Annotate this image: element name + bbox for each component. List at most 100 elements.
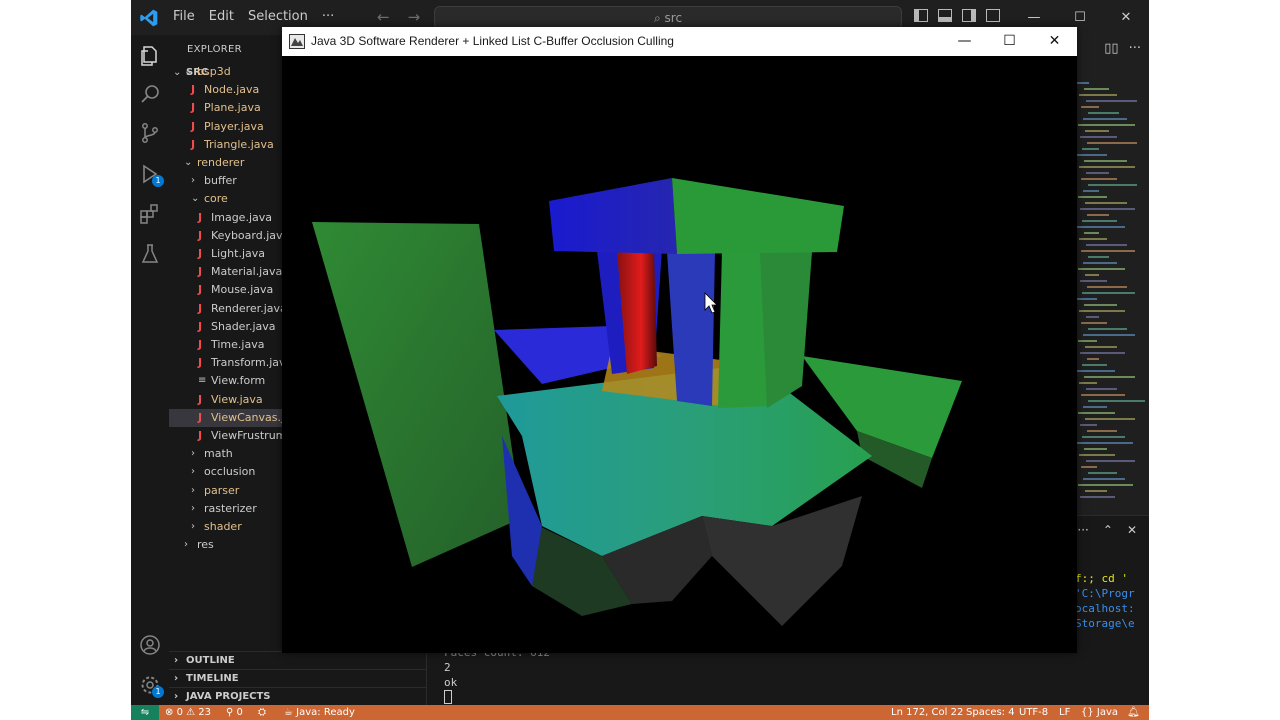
chevron-right-icon: › [191,175,195,187]
menu-selection[interactable]: Selection [248,9,308,24]
menu-file[interactable]: File [173,9,195,24]
search-icon: ⌕ [653,11,661,25]
ports-count: 0 [236,707,243,718]
notifications-bell-icon[interactable]: 🔔︎ [1127,705,1140,720]
minimap-line [1087,358,1099,360]
java-file-icon: J [191,101,196,115]
terminal-cursor[interactable] [444,690,452,704]
minimap-line [1080,280,1107,282]
minimap-line [1079,166,1135,168]
minimap-line [1078,124,1135,126]
tree-item-label: Keyboard.java [211,228,290,242]
tree-item-label: View.form [211,374,266,388]
problems-indicator[interactable]: ⊗ 0 ⚠ 23 [165,705,211,720]
java-file-icon: J [198,410,203,424]
minimap-line [1086,388,1117,390]
java-app-window: Java 3D Software Renderer + Linked List … [282,27,1077,653]
layout-controls [914,9,1000,22]
run-tool-icon[interactable]: ⛭ [258,705,266,720]
remote-indicator-icon[interactable]: ⇋ [131,705,159,720]
accounts-icon[interactable] [138,633,162,657]
section-java-projects[interactable]: › JAVA PROJECTS [169,687,426,705]
app-title-bar[interactable]: Java 3D Software Renderer + Linked List … [282,27,1077,56]
search-view-icon[interactable] [138,82,162,106]
menu-edit[interactable]: Edit [209,9,234,24]
run-debug-icon[interactable]: 1 [138,162,164,187]
language-mode[interactable]: {} Java [1081,705,1118,720]
toggle-sidebar-icon[interactable] [914,9,928,22]
minimap-line [1083,334,1135,336]
manage-gear-icon[interactable]: 1 [138,673,164,698]
tree-item-label: core [204,192,228,206]
minimap-line [1084,232,1099,234]
status-bar: ⇋ ⊗ 0 ⚠ 23 ⚲ 0 ⛭ ☕ Java: Ready Ln 172, C… [131,705,1149,720]
tree-item-label: Player.java [204,119,264,133]
section-outline[interactable]: › OUTLINE [169,651,426,670]
encoding[interactable]: UTF-8 [1019,705,1048,720]
panel-more-icon[interactable]: ··· [1077,523,1088,537]
app-window-controls: — ☐ ✕ [942,27,1077,56]
java-status[interactable]: ☕ Java: Ready [284,705,355,720]
vscode-close-icon[interactable]: ✕ [1103,0,1149,35]
menu-more[interactable]: ··· [322,9,334,24]
minimap-line [1079,238,1107,240]
java-status-label: Java: Ready [296,707,355,718]
source-control-icon[interactable] [138,121,162,145]
customize-layout-icon[interactable] [986,9,1000,22]
minimap-line [1081,466,1097,468]
indentation[interactable]: Spaces: 4 [966,705,1015,720]
testing-icon[interactable] [138,242,162,266]
app-minimize-icon[interactable]: — [942,27,987,56]
split-editor-icon[interactable]: ▯▯ [1104,41,1118,56]
explorer-icon[interactable] [138,44,162,68]
minimap-line [1086,244,1127,246]
section-outline-label: OUTLINE [186,655,235,666]
section-timeline-label: TIMELINE [186,673,239,684]
panel-close-icon[interactable]: ✕ [1127,523,1137,537]
end-of-line[interactable]: LF [1059,705,1070,720]
render-canvas[interactable] [282,56,1077,653]
cursor-position[interactable]: Ln 172, Col 22 [891,705,963,720]
app-maximize-icon[interactable]: ☐ [987,27,1032,56]
minimap-line [1082,436,1125,438]
editor-more-icon[interactable]: ··· [1129,41,1141,56]
scene-roof-green [672,178,844,254]
java-file-icon: J [198,265,203,279]
java-file-icon: J [191,83,196,97]
chevron-right-icon: › [174,673,179,684]
minimap-line [1084,448,1107,450]
terminal-side-line: ocalhost: [1075,602,1135,615]
minimap-line [1081,250,1135,252]
java-file-icon: J [198,247,203,260]
tree-item-label: Node.java [204,83,260,97]
panel-maximize-icon[interactable]: ⌃ [1103,523,1113,537]
java-file-icon: J [198,429,203,442]
tree-item-label: rasterizer [204,501,257,515]
toggle-panel-icon[interactable] [938,9,952,22]
minimap-line [1080,208,1135,210]
minimap-line [1085,274,1099,276]
minimap-line [1083,406,1107,408]
minimap-line [1080,352,1125,354]
extensions-icon[interactable] [138,202,162,226]
minimap[interactable] [1077,82,1145,512]
minimap-line [1079,310,1125,312]
tree-item-label: Light.java [211,247,265,260]
section-timeline[interactable]: › TIMELINE [169,669,426,688]
app-window-title: Java 3D Software Renderer + Linked List … [311,34,674,48]
terminal-side-line: 'C:\Progr [1075,587,1135,600]
minimap-line [1085,490,1107,492]
ports-indicator[interactable]: ⚲ 0 [226,705,243,720]
back-arrow-icon[interactable]: ← [377,8,390,26]
minimap-line [1087,214,1109,216]
toggle-secondary-sidebar-icon[interactable] [962,9,976,22]
warning-icon: ⚠ [186,707,196,718]
chevron-down-icon: ⌄ [184,66,193,77]
forward-arrow-icon[interactable]: → [408,8,421,26]
minimap-line [1077,370,1115,372]
tree-item-label: math [204,447,233,461]
app-close-icon[interactable]: ✕ [1032,27,1077,56]
java-file-icon: J [198,319,203,333]
minimap-line [1084,88,1109,90]
minimap-line [1081,178,1117,180]
